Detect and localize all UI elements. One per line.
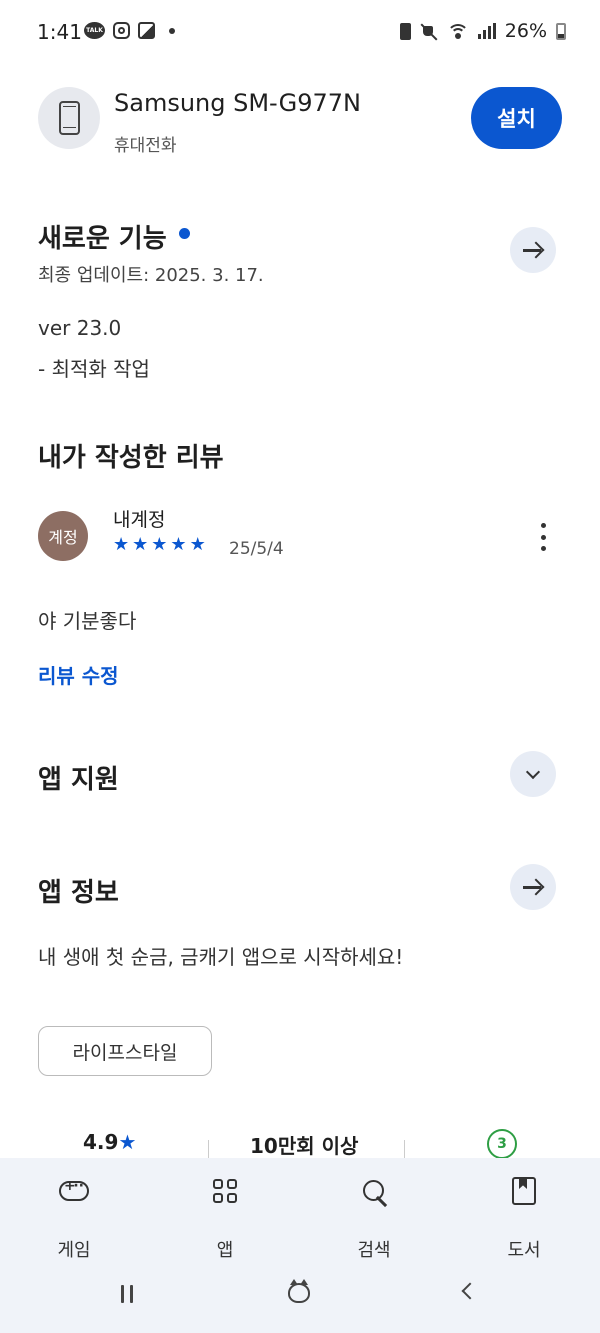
stat-divider (208, 1140, 209, 1160)
battery-saver-icon (399, 22, 411, 40)
home-icon[interactable] (288, 1279, 310, 1303)
nav-apps-label: 앱 (216, 1240, 234, 1261)
my-review-title: 내가 작성한 리뷰 (38, 443, 224, 473)
rating-star-icon: ★ (118, 1130, 137, 1154)
status-bar: 1:41 TALK 26% (0, 0, 600, 66)
app-info-title[interactable]: 앱 정보 (38, 872, 119, 909)
nav-search-label: 검색 (357, 1240, 391, 1261)
app-description: 내 생애 첫 순금, 금캐기 앱으로 시작하세요! (38, 945, 404, 969)
back-icon[interactable] (461, 1282, 479, 1300)
cell-signal-icon (477, 23, 496, 39)
gallery-icon (138, 22, 155, 39)
whats-new-title-text: 새로운 기능 (38, 224, 167, 254)
whats-new-arrow-button[interactable] (510, 227, 556, 273)
star-icon: ★ (132, 534, 149, 555)
status-time: 1:41 (37, 20, 82, 44)
mute-icon (420, 22, 438, 40)
stat-divider (404, 1140, 405, 1160)
system-navigation-bar (0, 1268, 600, 1318)
device-type: 휴대전화 (114, 136, 177, 156)
star-icon: ★ (170, 534, 187, 555)
version-text: ver 23.0 (38, 316, 122, 340)
star-icon: ★ (113, 534, 130, 555)
battery-icon (556, 22, 566, 40)
app-support-title[interactable]: 앱 지원 (38, 759, 119, 796)
nav-games[interactable]: 게임 (24, 1172, 124, 1262)
search-icon (357, 1176, 391, 1206)
avatar: 계정 (38, 511, 88, 561)
recents-icon[interactable] (121, 1285, 141, 1303)
nav-search[interactable]: 검색 (324, 1172, 424, 1262)
more-notifications-dot-icon (169, 27, 175, 34)
gamepad-icon (57, 1176, 91, 1206)
battery-percent: 26% (504, 20, 547, 42)
device-name: Samsung SM-G977N (114, 89, 361, 117)
more-options-icon[interactable] (533, 520, 553, 554)
whats-new-title[interactable]: 새로운 기능 (38, 218, 190, 255)
downloads-stat: 10만회 이상 (250, 1134, 359, 1158)
nav-apps[interactable]: 앱 (175, 1172, 275, 1262)
bottom-navigation: 게임 앱 검색 도서 (0, 1158, 600, 1333)
instagram-icon (113, 22, 130, 39)
star-icon: ★ (189, 534, 206, 555)
rating-value: 4.9 (83, 1130, 119, 1154)
arrow-right-icon (522, 241, 544, 259)
release-notes: - 최적화 작업 (38, 357, 150, 381)
device-row: Samsung SM-G977N 휴대전화 설치 (38, 87, 562, 156)
star-rating: ★ ★ ★ ★ ★ (113, 534, 206, 555)
nav-books-label: 도서 (507, 1240, 541, 1261)
apps-grid-icon (208, 1176, 242, 1206)
nav-books[interactable]: 도서 (474, 1172, 574, 1262)
content-rating-badge: 3 (487, 1129, 517, 1159)
review-text: 야 기분좋다 (38, 609, 137, 633)
new-indicator-dot (178, 228, 190, 239)
edit-review-link[interactable]: 리뷰 수정 (38, 660, 119, 689)
app-support-expand-button[interactable] (510, 751, 556, 797)
chevron-down-icon (525, 764, 541, 779)
notification-icons: TALK (84, 22, 175, 39)
system-indicators: 26% (399, 20, 566, 42)
device-icon (38, 87, 100, 149)
category-chip[interactable]: 라이프스타일 (38, 1026, 212, 1076)
star-icon: ★ (151, 534, 168, 555)
review-date: 25/5/4 (229, 539, 284, 559)
last-updated: 최종 업데이트: 2025. 3. 17. (38, 265, 264, 286)
book-icon (507, 1176, 541, 1206)
reviewer-name: 내계정 (113, 509, 166, 531)
kakaotalk-icon: TALK (84, 22, 105, 39)
nav-games-label: 게임 (57, 1240, 91, 1261)
phone-icon (58, 101, 80, 135)
wifi-icon (446, 22, 469, 40)
app-info-arrow-button[interactable] (510, 864, 556, 910)
install-button[interactable]: 설치 (471, 87, 562, 149)
arrow-right-icon (522, 878, 544, 896)
rating-stat: 4.9★ (83, 1130, 136, 1154)
